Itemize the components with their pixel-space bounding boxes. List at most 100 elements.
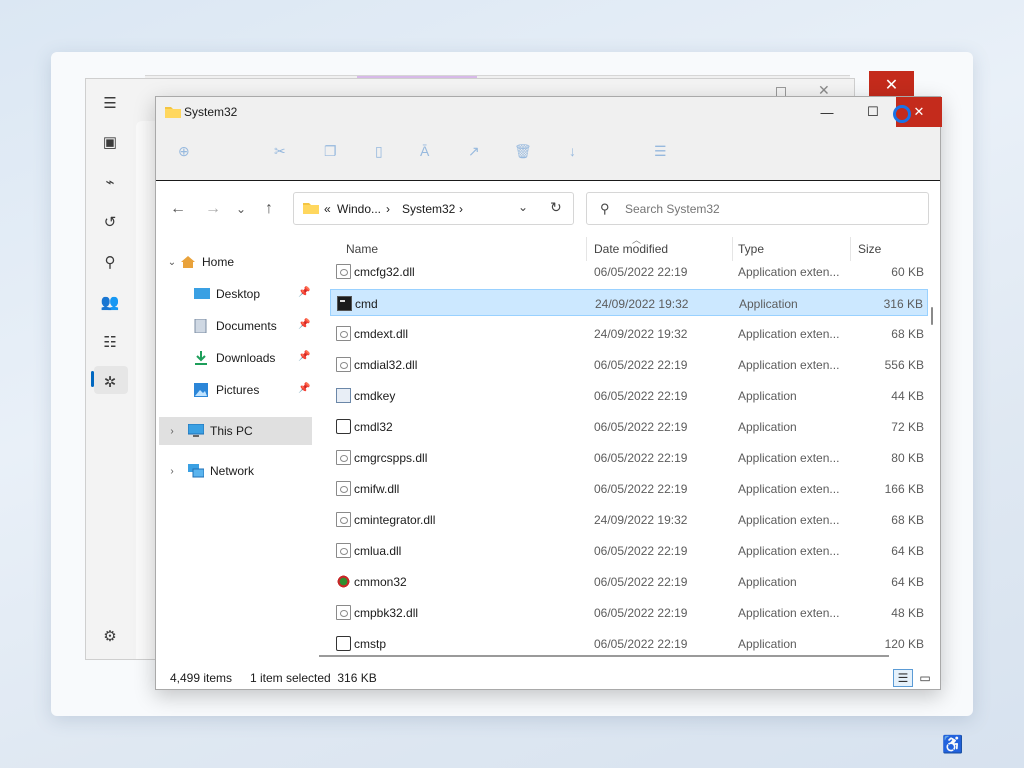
file-date-modified: 06/05/2022 22:19 <box>594 544 688 558</box>
file-row[interactable]: cmifw.dll 06/05/2022 22:19 Application ext… <box>330 475 928 502</box>
expand-chevron-icon[interactable]: › <box>164 466 180 477</box>
breadcrumb-system32[interactable]: System32 <box>402 202 455 216</box>
nav-item-home[interactable]: ⌄ Home <box>164 248 314 276</box>
pin-icon[interactable]: 📌 <box>298 351 310 362</box>
status-bar: 4,499 items 1 item selected 316 KB ☰ ▭ <box>156 667 940 689</box>
search-icon: ⚲ <box>600 201 610 216</box>
column-divider[interactable] <box>586 237 587 261</box>
explorer-titlebar[interactable]: System32 — ☐ ✕ <box>156 97 942 127</box>
expand-chevron-icon[interactable]: ⌄ <box>164 257 180 268</box>
file-name: cmd <box>355 297 378 311</box>
startup-apps-icon[interactable]: ⚲ <box>99 251 121 273</box>
rename-icon[interactable]: Ā <box>420 143 429 159</box>
console-app-icon <box>337 296 352 311</box>
search-box[interactable]: ⚲ <box>586 192 929 225</box>
file-row[interactable]: cmdkey 06/05/2022 22:19 Application 44 KB <box>330 382 928 409</box>
column-header-date[interactable]: Date modified <box>594 242 668 256</box>
file-row[interactable]: cmgrcspps.dll 06/05/2022 22:19 Application… <box>330 444 928 471</box>
users-icon[interactable]: 👥 <box>99 291 121 313</box>
breadcrumb-windows[interactable]: Windo... <box>337 202 381 216</box>
column-divider[interactable] <box>850 237 851 261</box>
recent-locations-chevron-icon[interactable]: ⌄ <box>236 202 246 216</box>
hamburger-menu-icon[interactable]: ☰ <box>99 92 121 114</box>
horizontal-scrollbar[interactable] <box>319 655 889 657</box>
file-row[interactable]: cmpbk32.dll 06/05/2022 22:19 Application e… <box>330 599 928 626</box>
vertical-scrollbar-thumb[interactable] <box>931 307 933 325</box>
file-row[interactable]: cmlua.dll 06/05/2022 22:19 Application ext… <box>330 537 928 564</box>
services-icon[interactable]: ✲ <box>99 371 121 393</box>
app-history-icon[interactable]: ↺ <box>99 211 121 233</box>
file-row[interactable]: cmintegrator.dll 24/09/2022 19:32 Applicat… <box>330 506 928 533</box>
file-row[interactable]: cmdext.dll 24/09/2022 19:32 Application ex… <box>330 320 928 347</box>
sort-icon[interactable]: ↓ <box>569 143 576 159</box>
file-name: cmpbk32.dll <box>354 606 419 620</box>
processes-icon[interactable]: ▣ <box>99 131 121 153</box>
view-icon[interactable]: ☰ <box>654 143 667 160</box>
file-type: Application <box>738 575 797 589</box>
file-size: 72 KB <box>891 420 924 434</box>
large-icons-view-button[interactable]: ▭ <box>915 669 935 687</box>
command-bar: ⊕ ✂ ❐ ▯ Ā ↗ 🗑 ↓ ☰ <box>156 127 940 181</box>
file-row[interactable]: cmstp 06/05/2022 22:19 Application 120 KB <box>330 630 928 652</box>
pin-icon[interactable]: 📌 <box>298 287 310 298</box>
pin-icon[interactable]: 📌 <box>298 319 310 330</box>
file-type: Application exten... <box>738 482 840 496</box>
file-row[interactable]: cmdl32 06/05/2022 22:19 Application 72 KB <box>330 413 928 440</box>
cut-icon[interactable]: ✂ <box>274 143 286 160</box>
nav-item-documents[interactable]: Documents 📌 <box>194 312 314 340</box>
up-arrow-icon[interactable]: ↑ <box>265 200 273 218</box>
file-size: 68 KB <box>891 513 924 527</box>
minimize-button[interactable]: — <box>804 97 850 127</box>
file-row[interactable]: cmcfg32.dll 06/05/2022 22:19 Application e… <box>330 262 928 285</box>
refresh-icon[interactable]: ↻ <box>550 199 562 216</box>
file-row[interactable]: cmdial32.dll 06/05/2022 22:19 Application … <box>330 351 928 378</box>
dll-file-icon <box>336 512 351 527</box>
nav-item-network[interactable]: › Network <box>164 457 314 485</box>
breadcrumb-separator-icon[interactable]: › <box>459 202 463 216</box>
back-arrow-icon[interactable]: ← <box>170 200 186 218</box>
column-header-size[interactable]: Size <box>858 242 881 256</box>
nav-item-desktop[interactable]: Desktop 📌 <box>194 280 314 308</box>
new-icon[interactable]: ⊕ <box>178 143 190 160</box>
nav-desktop-label: Desktop <box>216 287 261 301</box>
nav-this-pc-label: This PC <box>210 424 253 438</box>
nav-item-downloads[interactable]: Downloads 📌 <box>194 344 314 372</box>
file-row[interactable]: cmmon32 06/05/2022 22:19 Application 64 KB <box>330 568 928 595</box>
column-divider[interactable] <box>732 237 733 261</box>
task-manager-close-button[interactable]: ✕ <box>869 71 914 99</box>
address-bar[interactable]: « Windo... › System32 › ⌄ ↻ <box>293 192 574 225</box>
overflow-crumb[interactable]: « <box>324 202 331 216</box>
breadcrumb-separator-icon[interactable]: › <box>386 202 390 216</box>
nav-item-pictures[interactable]: Pictures 📌 <box>194 376 314 404</box>
copy-icon[interactable]: ❐ <box>324 143 337 160</box>
share-icon[interactable]: ↗ <box>468 143 480 160</box>
delete-icon[interactable]: 🗑 <box>514 143 532 160</box>
forward-arrow-icon[interactable]: → <box>205 200 221 218</box>
file-date-modified: 06/05/2022 22:19 <box>594 389 688 403</box>
expand-chevron-icon[interactable]: › <box>164 426 180 437</box>
file-row[interactable]: cmd 24/09/2022 19:32 Application 316 KB <box>330 289 928 316</box>
this-pc-icon <box>187 423 205 438</box>
pin-icon[interactable]: 📌 <box>298 383 310 394</box>
file-name: cmintegrator.dll <box>354 513 436 527</box>
file-date-modified: 24/09/2022 19:32 <box>595 297 689 311</box>
paste-icon[interactable]: ▯ <box>375 143 383 160</box>
accessibility-icon[interactable]: ♿ <box>942 735 963 755</box>
file-name: cmcfg32.dll <box>354 265 415 279</box>
column-header-type[interactable]: Type <box>738 242 764 256</box>
settings-gear-icon[interactable]: ⚙ <box>99 625 121 647</box>
item-count: 4,499 items <box>170 671 233 685</box>
details-view-button[interactable]: ☰ <box>893 669 913 687</box>
nav-item-this-pc[interactable]: › This PC <box>159 417 312 445</box>
search-input[interactable] <box>625 200 905 218</box>
folder-icon <box>165 105 181 121</box>
column-header-name[interactable]: Name <box>346 242 378 256</box>
file-type: Application <box>738 420 797 434</box>
task-manager-sidebar: ☰ ▣ ⌁ ↺ ⚲ 👥 ☷ ✲ ⚙ <box>86 79 136 659</box>
documents-icon <box>194 318 210 334</box>
nav-home-label: Home <box>202 255 235 269</box>
details-icon[interactable]: ☷ <box>99 331 121 353</box>
performance-icon[interactable]: ⌁ <box>99 171 121 193</box>
maximize-button[interactable]: ☐ <box>850 97 896 127</box>
address-dropdown-chevron-icon[interactable]: ⌄ <box>518 200 528 214</box>
